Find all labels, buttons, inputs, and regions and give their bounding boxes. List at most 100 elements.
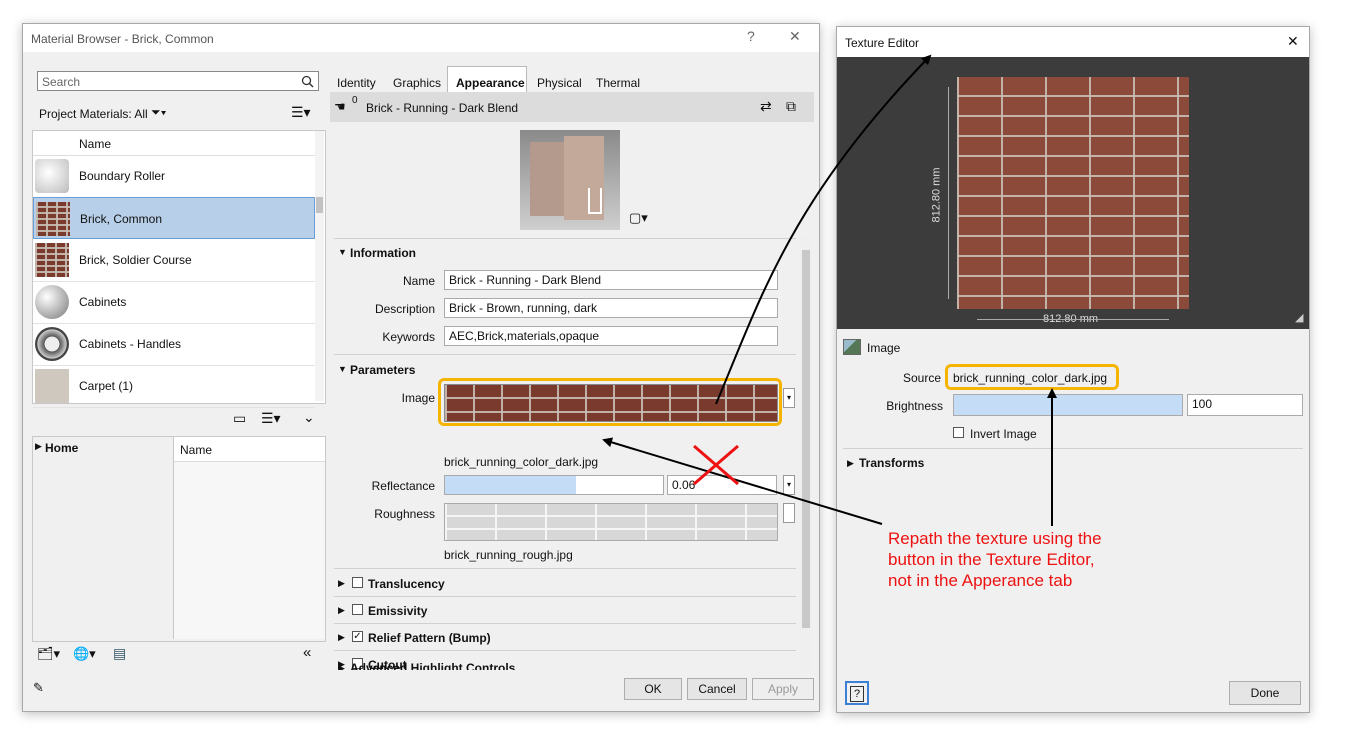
collapse-left-icon[interactable]: « (303, 644, 311, 661)
resize-grip-icon[interactable]: ◢ (1295, 311, 1303, 324)
reflectance-dropdown[interactable]: ▾ (783, 475, 795, 495)
translucency-checkbox[interactable] (352, 577, 363, 588)
brightness-slider[interactable] (953, 394, 1183, 416)
texture-editor-close-button[interactable]: ✕ (1287, 33, 1299, 50)
brightness-value[interactable]: 100 (1187, 394, 1303, 416)
material-browser-window: Material Browser - Brick, Common ? ✕ Sea… (22, 23, 820, 712)
roughness-label: Roughness (374, 507, 435, 521)
list-item[interactable]: Boundary Roller (33, 155, 315, 198)
material-name: Brick, Common (80, 212, 163, 226)
help-button[interactable]: ? (747, 28, 755, 44)
parameters-heading[interactable]: Parameters (350, 363, 415, 377)
description-field[interactable]: Brick - Brown, running, dark (444, 298, 778, 318)
info-toggle-icon[interactable]: ▼ (338, 247, 347, 257)
close-button[interactable]: ✕ (789, 28, 801, 45)
library-home-arrow: ▶ (35, 441, 42, 451)
dim-vertical: 812.80 mm (930, 167, 943, 223)
section-toggle-icon[interactable]: ▶ (338, 632, 345, 643)
emissivity-label[interactable]: Emissivity (368, 604, 427, 618)
material-name: Brick, Soldier Course (79, 253, 192, 267)
filter-icon[interactable]: ⏷▾ (151, 105, 166, 120)
tab-graphics[interactable]: Graphics (393, 76, 441, 90)
roughness-texture-button[interactable] (444, 503, 778, 541)
brightness-label: Brightness (886, 399, 943, 413)
annotation-line: not in the Apperance tab (888, 571, 1073, 590)
list-item[interactable]: Brick, Soldier Course (33, 239, 315, 282)
list-view-icon[interactable]: ☰▾ (291, 104, 311, 121)
material-name: Cabinets (79, 295, 127, 309)
section-toggle-icon[interactable]: ▶ (338, 605, 345, 616)
separator (334, 354, 796, 355)
replace-asset-icon[interactable]: ⇄ (760, 98, 772, 115)
library-view-icon[interactable]: ☰▾ (261, 410, 281, 427)
create-material-icon[interactable]: 🌐▾ (73, 646, 96, 662)
transforms-toggle-icon[interactable]: ▶ (847, 458, 854, 469)
roughness-file-name: brick_running_rough.jpg (444, 548, 573, 562)
help-button[interactable]: ? (845, 681, 869, 705)
preview-options-icon[interactable]: ▢▾ (629, 210, 648, 226)
invert-image-label[interactable]: Invert Image (970, 427, 1037, 441)
properties-scroll-thumb[interactable] (802, 250, 810, 628)
cancel-button[interactable]: Cancel (687, 678, 747, 700)
search-box[interactable]: Search (37, 71, 319, 91)
apply-button[interactable]: Apply (752, 678, 814, 700)
library-home[interactable]: Home (45, 441, 78, 455)
edit-icon[interactable]: ✎ (33, 680, 44, 696)
asset-browser-icon[interactable]: ▤ (113, 645, 126, 662)
tab-appearance-active[interactable]: Appearance (447, 66, 527, 92)
source-file-button[interactable]: brick_running_color_dark.jpg (945, 364, 1119, 390)
library-panel-icon[interactable]: ▭ (233, 410, 246, 427)
scroll-thumb[interactable] (316, 197, 323, 213)
emissivity-checkbox[interactable] (352, 604, 363, 615)
invert-image-checkbox[interactable] (953, 427, 964, 438)
library-toolbar: ▭ ☰▾ ⌄ (223, 409, 323, 432)
list-item[interactable]: Cabinets - Handles (33, 323, 315, 366)
information-heading[interactable]: Information (350, 246, 416, 260)
relief-pattern-checkbox[interactable]: ✓ (352, 631, 363, 642)
keywords-field[interactable]: AEC,Brick,materials,opaque (444, 326, 778, 346)
material-name: Boundary Roller (79, 169, 166, 183)
search-input[interactable]: Search (42, 75, 80, 89)
image-heading: Image (867, 341, 901, 355)
reflectance-value[interactable]: 0.06 (667, 475, 777, 495)
transforms-label[interactable]: Transforms (859, 456, 924, 470)
properties-scrollbar[interactable] (800, 236, 812, 670)
tab-bar: Identity Graphics Appearance Physical Th… (329, 66, 814, 92)
list-item-selected[interactable]: Brick, Common (33, 197, 315, 239)
material-thumbnail (36, 202, 70, 236)
reflectance-slider[interactable] (444, 475, 664, 495)
duplicate-asset-icon[interactable]: ⧉ (786, 98, 796, 115)
ok-button[interactable]: OK (624, 678, 682, 700)
library-header: Name (174, 437, 325, 462)
list-scrollbar[interactable] (315, 131, 324, 401)
section-toggle-icon[interactable]: ▶ (338, 578, 345, 589)
reflectance-label: Reflectance (371, 479, 435, 493)
properties-scroll-area: ▼ Information Name Brick - Running - Dar… (330, 236, 814, 670)
relief-pattern-label[interactable]: Relief Pattern (Bump) (368, 631, 491, 645)
tab-physical[interactable]: Physical (537, 76, 582, 90)
image-dropdown[interactable]: ▾ (783, 388, 795, 408)
done-button[interactable]: Done (1229, 681, 1301, 705)
bottom-left-toolbar: 🗂▾ 🌐▾ ▤ « (35, 644, 325, 668)
filter-label[interactable]: Project Materials: All (39, 107, 148, 121)
library-menu-icon[interactable]: 🗂▾ (37, 646, 60, 662)
separator (334, 623, 796, 624)
asset-hand-icon: ☚ (334, 99, 346, 114)
tab-identity[interactable]: Identity (337, 76, 376, 90)
material-name: Carpet (1) (79, 379, 134, 393)
roughness-dropdown[interactable] (783, 503, 795, 523)
list-item[interactable]: Cabinets (33, 281, 315, 324)
search-icon[interactable] (301, 75, 314, 88)
parameters-toggle-icon[interactable]: ▼ (338, 364, 347, 374)
collapse-icon[interactable]: ⌄ (303, 409, 315, 426)
source-label: Source (902, 371, 941, 385)
appearance-preview (520, 130, 620, 230)
texture-editor-titlebar: Texture Editor ✕ (837, 27, 1309, 57)
section-toggle-icon[interactable]: ▶ (338, 663, 345, 670)
translucency-label[interactable]: Translucency (368, 577, 445, 591)
name-field[interactable]: Brick - Running - Dark Blend (444, 270, 778, 290)
preview-chair (588, 188, 602, 214)
list-item[interactable]: Carpet (1) (33, 365, 315, 408)
advanced-highlight-label[interactable]: Advanced Highlight Controls (350, 661, 515, 670)
tab-thermal[interactable]: Thermal (596, 76, 640, 90)
